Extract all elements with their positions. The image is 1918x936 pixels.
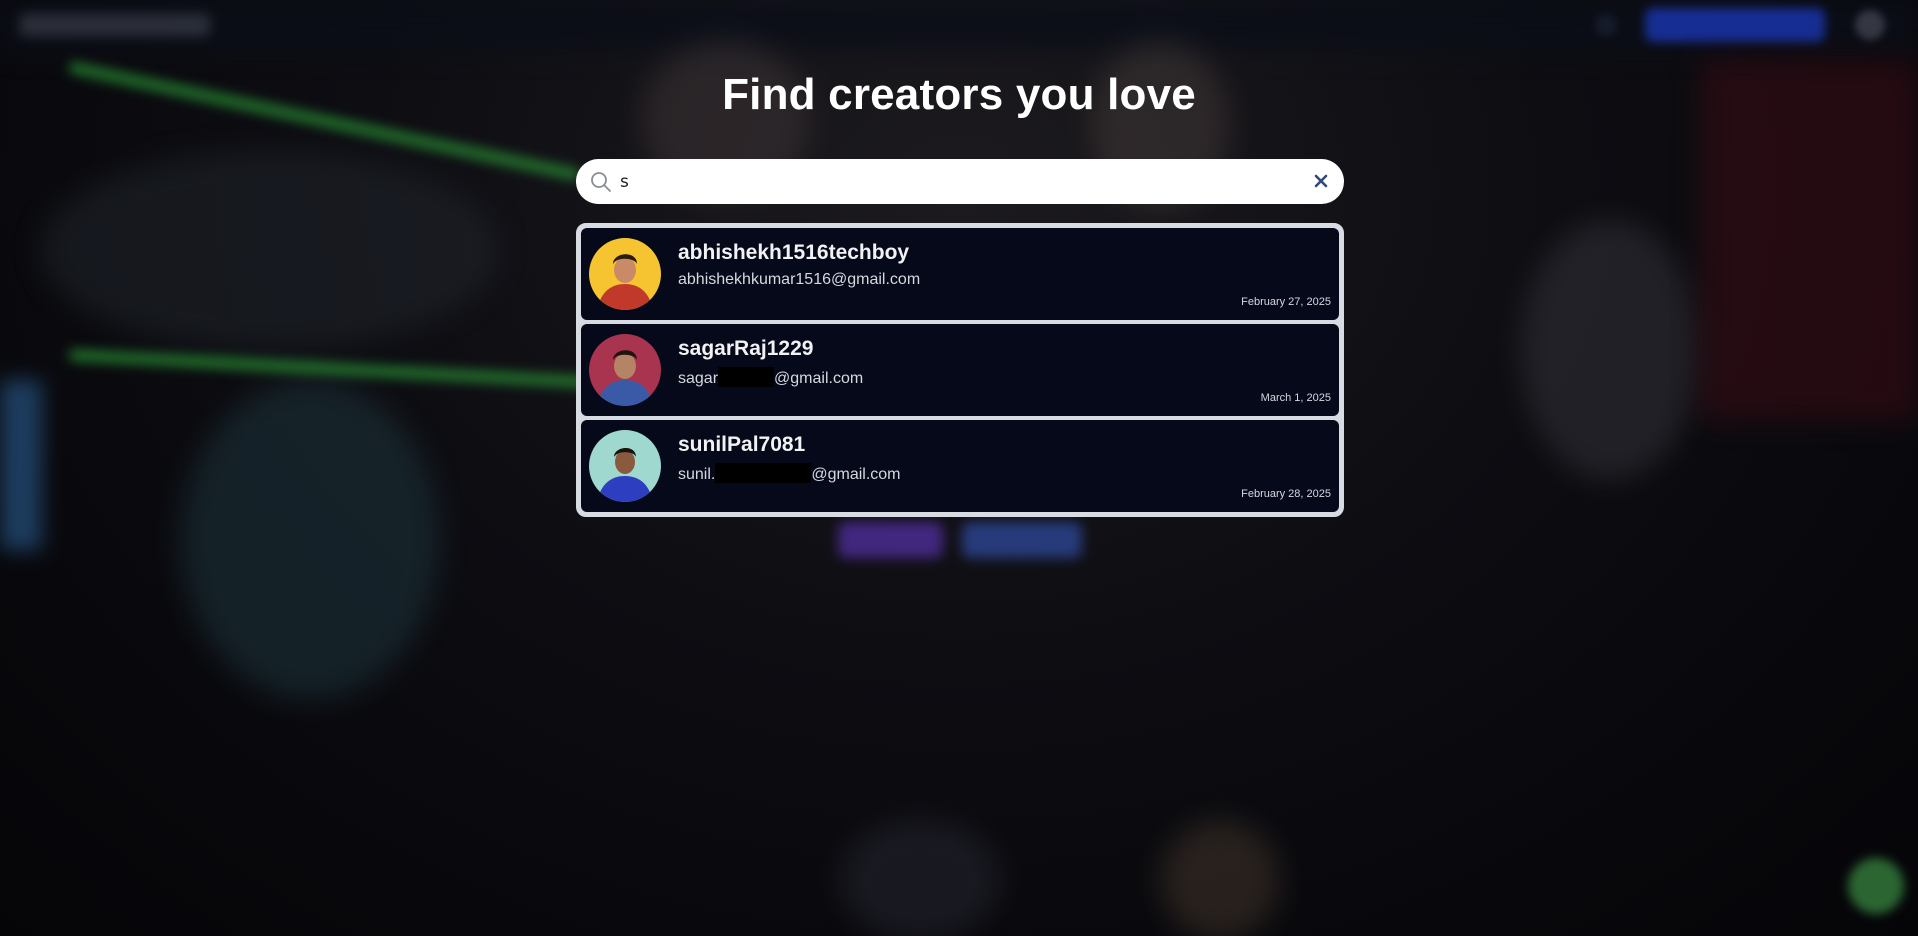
page: Find creators you love s abhishekh1516te… (0, 0, 1918, 936)
result-username: sagarRaj1229 (678, 337, 814, 360)
close-icon (1314, 174, 1328, 188)
avatar (589, 238, 661, 310)
redaction-mark (718, 367, 775, 387)
email-prefix: sunil. (678, 466, 716, 483)
redaction-mark (715, 463, 812, 483)
search-bar[interactable] (576, 159, 1344, 204)
result-date: March 1, 2025 (1260, 392, 1331, 404)
email-text: abhishekhkumar1516@gmail.com (678, 271, 921, 288)
result-email: sagar @gmail.com (678, 367, 863, 388)
result-email: sunil. @gmail.com (678, 463, 901, 484)
email-suffix: @gmail.com (774, 370, 864, 387)
result-email: abhishekhkumar1516@gmail.com (678, 271, 920, 289)
result-item[interactable]: abhishekh1516techboy abhishekhkumar1516@… (581, 228, 1339, 320)
search-overlay: Find creators you love s abhishekh1516te… (0, 0, 1918, 936)
result-username: sunilPal7081 (678, 433, 806, 456)
page-title: Find creators you love (722, 70, 1196, 119)
avatar (589, 334, 661, 406)
result-date: February 27, 2025 (1241, 296, 1331, 308)
email-suffix: @gmail.com (811, 466, 901, 483)
result-username: abhishekh1516techboy (678, 241, 910, 264)
result-item[interactable]: sunilPal7081 sunil. @gmail.com February 2… (581, 420, 1339, 512)
avatar (589, 430, 661, 502)
result-date: February 28, 2025 (1241, 488, 1331, 500)
result-item[interactable]: sagarRaj1229 sagar @gmail.com March 1, 20… (581, 324, 1339, 416)
email-prefix: sagar (678, 370, 719, 387)
search-input[interactable] (620, 165, 1280, 198)
search-results: abhishekh1516techboy abhishekhkumar1516@… (576, 223, 1344, 517)
clear-search-button[interactable] (1310, 170, 1332, 192)
search-icon (590, 171, 612, 193)
